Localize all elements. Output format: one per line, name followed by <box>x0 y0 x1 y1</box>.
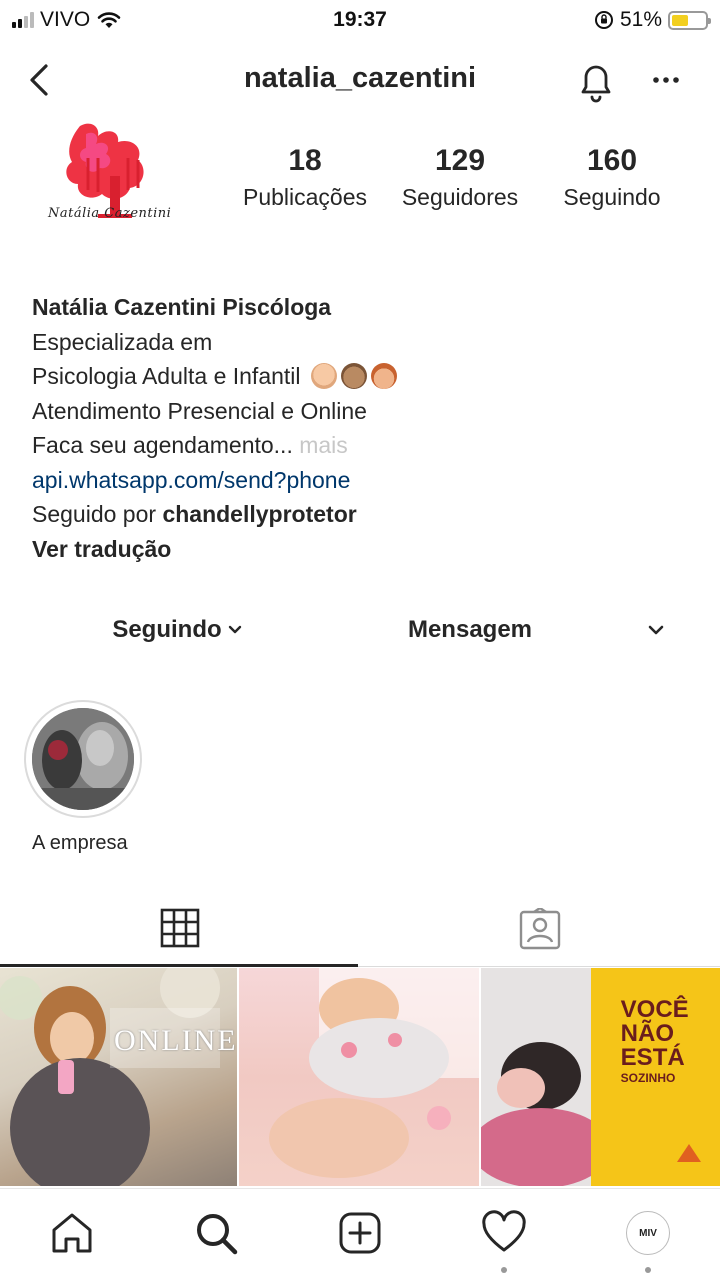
posts-count[interactable]: 18 Publicações <box>232 144 378 211</box>
followers-count[interactable]: 129 Seguidores <box>386 144 534 211</box>
profile-tabs <box>0 896 720 968</box>
nav-profile[interactable]: MIV <box>624 1209 672 1257</box>
active-tab-indicator <box>0 964 358 967</box>
post-thumbnail[interactable] <box>239 968 479 1186</box>
highlight-cover-image <box>32 708 134 810</box>
bio-line-1: Especializada em <box>32 328 213 355</box>
nav-notification-dot <box>645 1267 651 1273</box>
bio-line-4: Faca seu agendamento... <box>32 432 293 458</box>
following-label: Seguindo <box>563 184 661 210</box>
profile-header: natalia_cazentini <box>0 50 720 110</box>
nav-new-post[interactable] <box>336 1209 384 1257</box>
post-headline-line-3: ESTÁ <box>620 1044 685 1071</box>
activity-heart-icon <box>482 1210 526 1252</box>
nav-home[interactable] <box>48 1209 96 1257</box>
notifications-button[interactable] <box>572 56 620 106</box>
bio-line-2: Psicologia Adulta e Infantil <box>32 363 301 389</box>
post-headline-line-2: NÃO <box>620 1020 675 1047</box>
profile-avatar-icon: MIV <box>626 1211 670 1255</box>
bio-line-3: Atendimento Presencial e Online <box>32 397 367 424</box>
tagged-icon <box>519 908 561 950</box>
nav-search[interactable] <box>192 1209 240 1257</box>
search-icon <box>197 1214 238 1255</box>
posts-label: Publicações <box>242 184 368 210</box>
status-bar: VIVO 19:37 51% <box>0 0 720 40</box>
profile-bio: Natália Cazentini Piscóloga Especializad… <box>32 290 692 566</box>
following-value: 160 <box>586 144 638 177</box>
story-highlight[interactable]: A empresa <box>24 700 152 855</box>
profile-avatar[interactable]: Natália Cazentini <box>40 118 188 236</box>
orientation-lock-icon <box>594 11 613 29</box>
see-translation-link[interactable]: Ver tradução <box>32 532 692 567</box>
tab-posts-grid[interactable] <box>0 896 360 968</box>
post-headline-line-4: SOZINHO <box>620 1071 676 1085</box>
highlight-label: A empresa <box>32 832 128 854</box>
boy-emoji <box>340 363 367 389</box>
followers-label: Seguidores <box>401 184 519 210</box>
profile-avatar-text: MIV <box>639 1227 657 1239</box>
bio-website-link[interactable]: api.whatsapp.com/send?phone <box>32 463 692 498</box>
woman-emoji <box>370 363 397 389</box>
bottom-nav: MIV <box>0 1188 720 1280</box>
post-headline-line-1: VOCÊ <box>620 996 689 1023</box>
post-thumbnail[interactable]: ONLINE <box>0 968 238 1186</box>
followed-by-user[interactable]: chandellyprotetor <box>162 501 356 527</box>
tab-tagged[interactable] <box>360 896 720 968</box>
highlight-ring[interactable] <box>24 700 142 818</box>
post-thumbnail[interactable]: VOCÊ NÃO ESTÁ SOZINHO <box>480 968 720 1186</box>
message-button-label: Mensagem <box>407 616 533 643</box>
followed-by: Seguido por chandellyprotetor <box>32 497 692 532</box>
bio-name: Natália Cazentini Piscóloga <box>32 294 332 320</box>
status-right: 51% <box>594 8 711 32</box>
new-post-icon <box>339 1212 381 1254</box>
following-button-label: Seguindo <box>112 616 222 643</box>
baby-emoji <box>310 363 337 389</box>
posts-value: 18 <box>288 144 322 177</box>
message-button[interactable]: Mensagem <box>380 608 560 652</box>
suggested-accounts-button[interactable] <box>634 608 678 652</box>
bio-line-2-wrap: Psicologia Adulta e Infantil <box>32 359 692 394</box>
battery-percent: 51% <box>619 8 662 31</box>
following-button[interactable]: Seguindo <box>88 608 268 652</box>
battery-icon <box>668 10 711 30</box>
followers-value: 129 <box>434 144 486 177</box>
bio-more-link[interactable]: mais <box>293 432 348 458</box>
profile-actions: Seguindo Mensagem <box>0 608 720 652</box>
grid-icon <box>160 908 200 948</box>
following-count[interactable]: 160 Seguindo <box>548 144 676 211</box>
logo-text: Natália Cazentini <box>48 206 172 221</box>
followed-by-prefix: Seguido por <box>32 501 163 527</box>
post-headline: VOCÊ NÃO ESTÁ SOZINHO <box>621 998 689 1086</box>
posts-grid: ONLINE VOCÊ NÃO ESTÁ SOZINHO <box>0 968 720 1186</box>
nav-activity[interactable] <box>480 1209 528 1257</box>
bio-line-4-wrap: Faca seu agendamento... mais <box>32 428 692 463</box>
chevron-down-icon <box>228 625 241 634</box>
nav-notification-dot <box>501 1267 507 1273</box>
bell-icon <box>581 65 611 103</box>
post-text: ONLINE <box>114 1024 238 1057</box>
more-icon <box>653 77 679 83</box>
home-icon <box>52 1213 92 1253</box>
chevron-down-icon <box>648 625 664 635</box>
more-options-button[interactable] <box>644 60 688 100</box>
